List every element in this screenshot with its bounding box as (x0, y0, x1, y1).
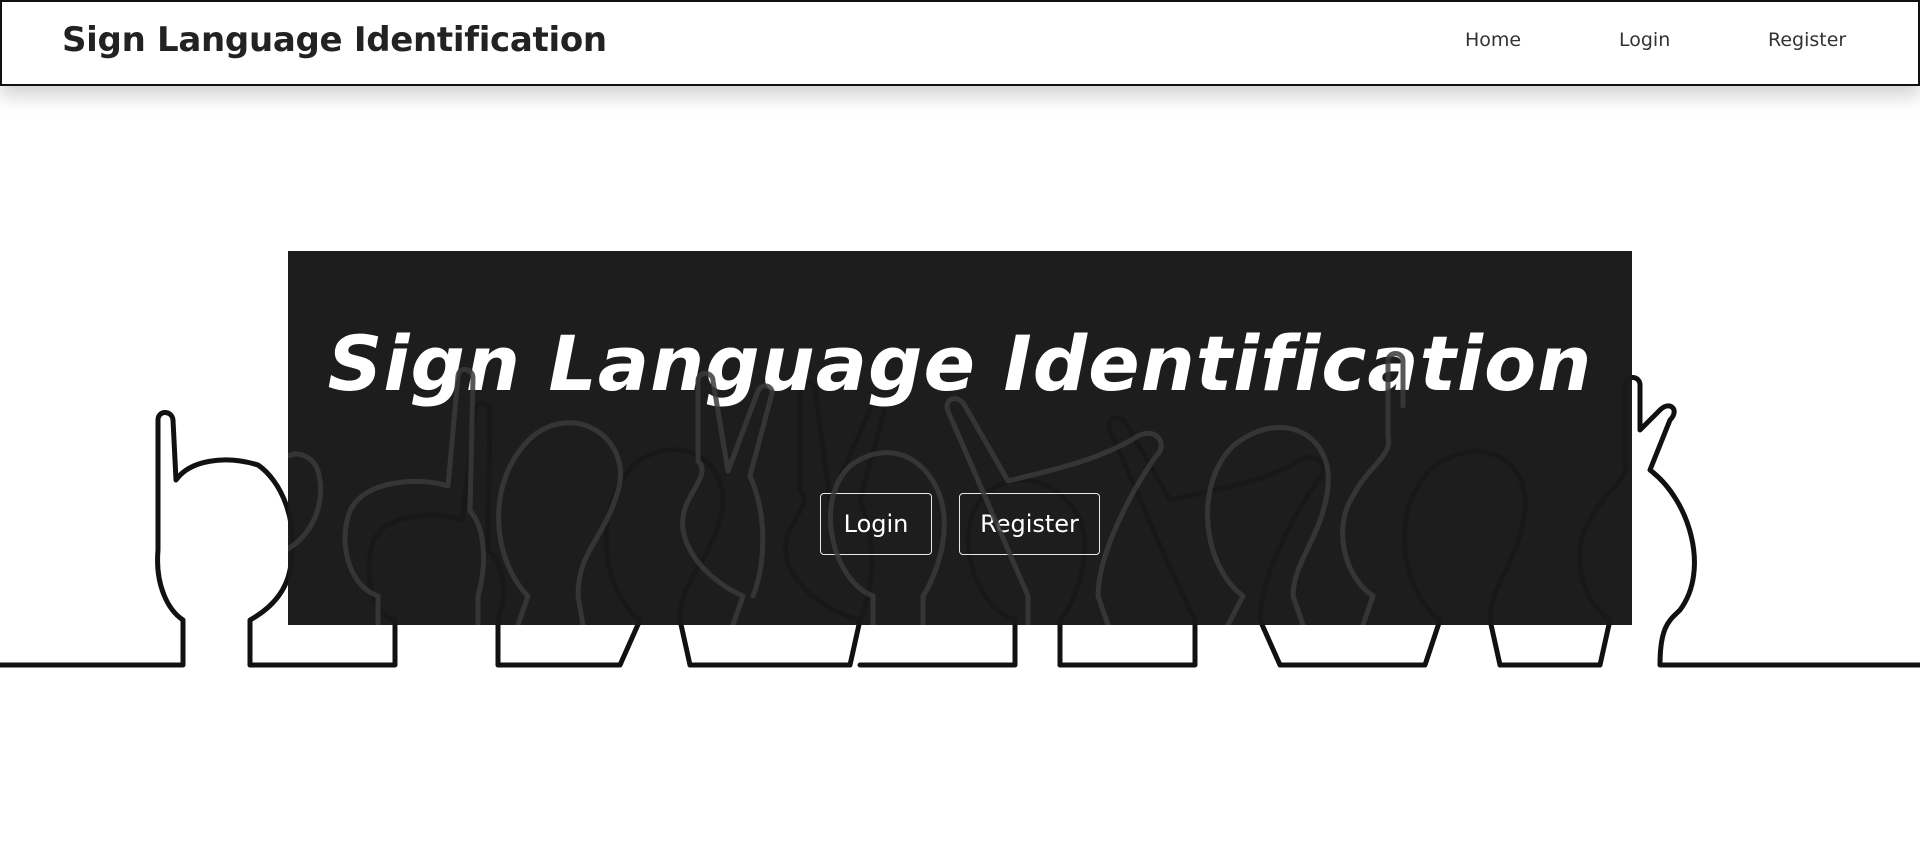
nav-link-register[interactable]: Register (1768, 29, 1846, 51)
navbar-brand[interactable]: Sign Language Identification (62, 20, 607, 60)
hero-panel: Sign Language Identification Login Regis… (288, 251, 1632, 625)
nav-link-home[interactable]: Home (1465, 29, 1521, 51)
nav-link-login[interactable]: Login (1619, 29, 1670, 51)
register-button[interactable]: Register (959, 493, 1100, 555)
login-button[interactable]: Login (820, 493, 932, 555)
hero-title: Sign Language Identification (327, 319, 1593, 408)
hand-outline-1 (0, 410, 296, 668)
navbar: Sign Language Identification Home Login … (0, 0, 1920, 86)
